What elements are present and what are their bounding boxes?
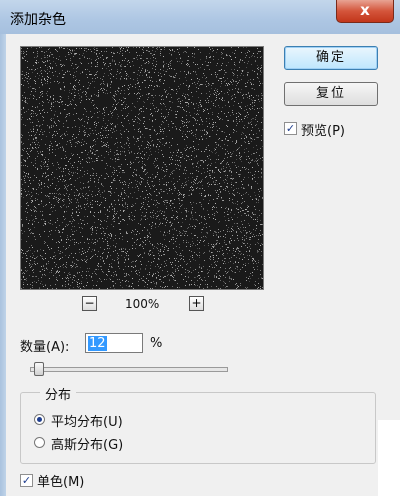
amount-slider-thumb[interactable]: [33, 362, 44, 376]
ok-button[interactable]: 确定: [284, 46, 378, 70]
monochrome-checkbox[interactable]: ✓: [20, 474, 33, 487]
close-button[interactable]: x: [336, 0, 394, 23]
monochrome-label: 单色(M): [37, 475, 85, 490]
zoom-level: 100%: [125, 297, 160, 311]
checkmark-icon: ✓: [21, 474, 32, 487]
zoom-in-button[interactable]: +: [189, 296, 204, 311]
preview-checkbox[interactable]: ✓: [284, 122, 297, 135]
minus-icon: −: [84, 296, 95, 310]
amount-label: 数量(A):: [20, 340, 70, 355]
radio-gaussian-label: 高斯分布(G): [51, 438, 124, 453]
reset-button[interactable]: 复位: [284, 82, 378, 106]
amount-slider-track[interactable]: [30, 367, 228, 372]
noise-preview[interactable]: [20, 46, 264, 290]
preview-label: 预览(P): [301, 124, 345, 139]
close-icon: x: [360, 1, 370, 19]
radio-gaussian[interactable]: [34, 437, 45, 448]
noise-preview-image: [21, 47, 263, 289]
amount-input[interactable]: 12: [85, 333, 143, 353]
amount-unit: %: [150, 336, 163, 351]
background-region: [378, 420, 400, 496]
checkmark-icon: ✓: [285, 122, 296, 135]
distribution-group-label: 分布: [40, 384, 77, 403]
amount-value: 12: [88, 336, 107, 351]
title-bar: 添加杂色 x: [0, 0, 400, 35]
zoom-out-button[interactable]: −: [82, 296, 97, 311]
window-title: 添加杂色: [10, 12, 66, 28]
radio-uniform-label: 平均分布(U): [51, 415, 123, 430]
plus-icon: +: [191, 296, 202, 310]
radio-uniform[interactable]: [34, 414, 45, 425]
